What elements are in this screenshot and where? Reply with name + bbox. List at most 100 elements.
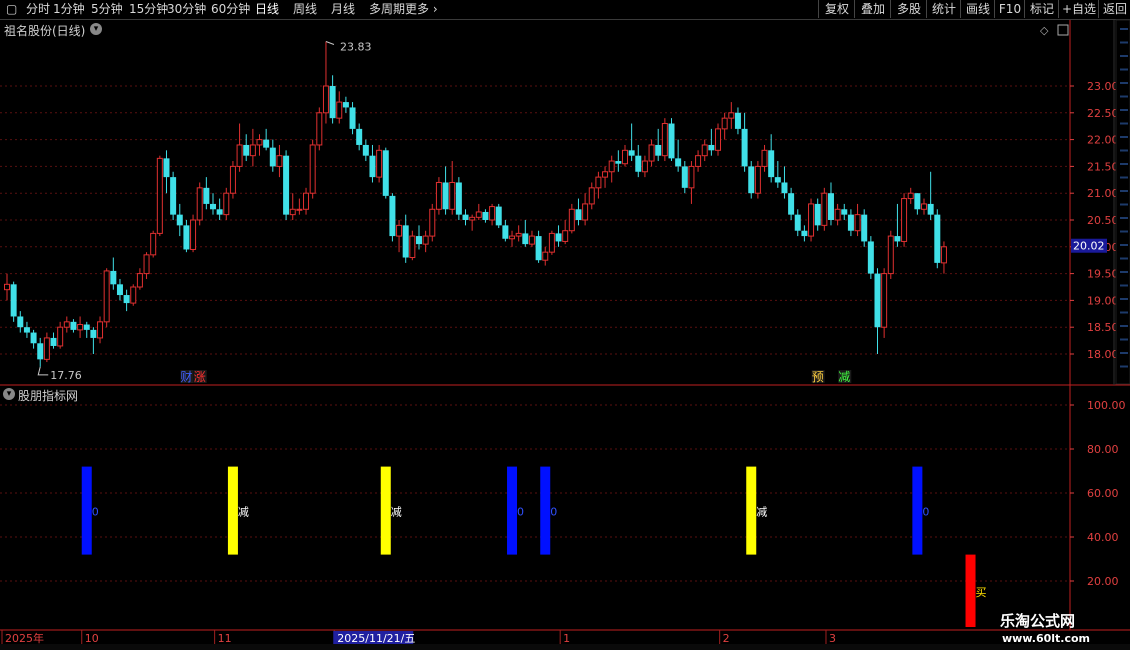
candle-body (808, 203, 815, 237)
candle-body (489, 206, 496, 221)
indicator-tick-label: 20.00 (1087, 575, 1119, 588)
candle-body (568, 208, 575, 232)
candle-body (821, 192, 828, 226)
candle-body (396, 224, 403, 237)
candle-body (289, 208, 296, 216)
price-tick-label: 19.50 (1087, 268, 1119, 281)
price-tick-label: 22.00 (1087, 134, 1119, 147)
candle-body (502, 225, 509, 239)
candle-body (183, 225, 190, 250)
candle-body (409, 235, 416, 259)
event-marker: 减 (838, 370, 850, 384)
diamond-icon: ◇ (1040, 24, 1049, 37)
side-panel-mark (1120, 28, 1128, 30)
indicator-bar (912, 466, 923, 555)
candle-body (827, 193, 834, 220)
candle-body (130, 286, 137, 304)
candle-body (10, 284, 17, 317)
candle-body (190, 219, 197, 250)
indicator-tick-label: 40.00 (1087, 531, 1119, 544)
candle-body (854, 214, 861, 232)
side-scrollbar (1115, 19, 1130, 385)
candle-body (774, 177, 781, 183)
side-panel-mark (1120, 352, 1128, 354)
status-strip (0, 644, 1130, 650)
indicator-bar (746, 466, 757, 555)
indicator-tick-label: 100.00 (1087, 399, 1126, 412)
candle-body (163, 158, 170, 178)
candle-body (688, 165, 695, 189)
candle-body (934, 214, 941, 263)
indicator-bar (507, 466, 518, 555)
price-tick-label: 19.00 (1087, 294, 1119, 307)
candle-body (661, 123, 668, 157)
side-panel-mark (1120, 271, 1128, 273)
watermark-main: 乐淘公式网 (1000, 612, 1076, 630)
candle-body (781, 182, 788, 194)
candle-body (921, 203, 928, 210)
candle-body (814, 203, 821, 226)
candle-body (316, 112, 323, 146)
candle-body (475, 211, 482, 218)
side-panel-mark (1120, 95, 1128, 98)
indicator-bar-label: 减 (238, 506, 249, 519)
side-panel-mark (1120, 82, 1128, 84)
side-panel-mark (1120, 338, 1128, 341)
candle-body (695, 155, 702, 167)
candle-body (867, 241, 874, 274)
price-tick-label: 20.50 (1087, 214, 1119, 227)
candle-body (422, 235, 429, 245)
candle-body (721, 117, 728, 130)
candle-body (861, 214, 868, 242)
event-marker: 涨 (194, 369, 206, 384)
candle-body (30, 332, 37, 344)
candle-body (243, 144, 250, 156)
side-panel-mark (1120, 41, 1128, 44)
candle-body (834, 208, 841, 221)
candle-body (927, 203, 934, 215)
candle-body (156, 157, 163, 234)
indicator-chevron-down-icon[interactable]: ▾ (3, 388, 15, 400)
candle-body (136, 273, 143, 288)
candle-body (263, 139, 270, 148)
candle-body (176, 214, 183, 226)
candle-body (675, 158, 682, 167)
price-tick-label: 18.00 (1087, 348, 1119, 361)
candle-body (296, 208, 303, 211)
candle-body (741, 128, 748, 167)
candle-body (229, 165, 236, 194)
price-tick-label: 22.50 (1087, 107, 1119, 120)
candle-body (668, 123, 675, 159)
candle-body (615, 161, 622, 164)
candle-body (482, 211, 489, 220)
date-label: 3 (829, 632, 836, 645)
candle-body (588, 187, 595, 205)
candle-body (249, 144, 256, 157)
candle-body (322, 85, 329, 114)
side-panel-mark (1120, 68, 1128, 71)
candle-body (116, 284, 123, 296)
side-panel-mark (1120, 311, 1128, 314)
candle-body (768, 150, 775, 178)
indicator-bar-label: 0 (517, 506, 524, 519)
candle-body (123, 295, 130, 304)
candle-body (83, 324, 90, 330)
candle-body (901, 198, 908, 242)
candle-body (415, 236, 422, 245)
candle-body (528, 235, 535, 245)
watermark-logo: 乐淘公式网 www.60lt.com (1000, 608, 1130, 650)
side-panel-mark (1120, 190, 1128, 192)
candle-body (283, 155, 290, 215)
candle-body (23, 327, 30, 333)
candle-body (435, 181, 442, 210)
candle-body (369, 155, 376, 178)
candle-body (256, 139, 263, 146)
candle-body (276, 155, 283, 167)
candle-body (940, 246, 947, 264)
date-label: 2025/11/21/五 (337, 632, 415, 645)
candle-body (216, 209, 223, 215)
indicator-tick-label: 80.00 (1087, 443, 1119, 456)
candle-body (209, 203, 216, 210)
candle-body (754, 165, 761, 194)
candle-body (382, 150, 389, 196)
